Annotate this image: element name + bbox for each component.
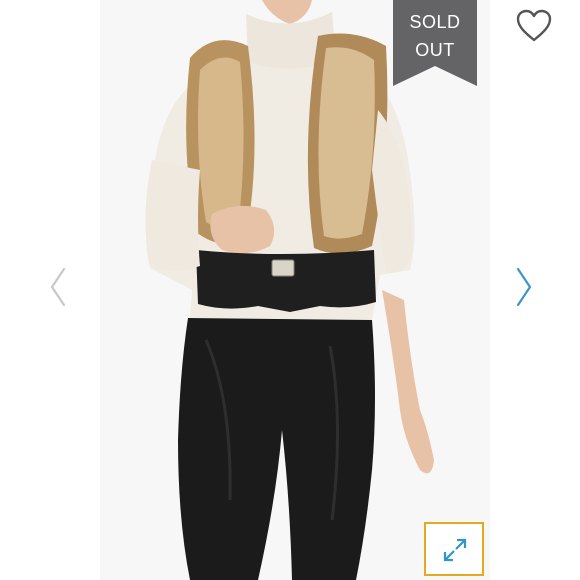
heart-icon (516, 9, 552, 42)
badge-label: SOLD OUT (393, 8, 477, 64)
expand-arrows-icon (443, 538, 467, 562)
next-image-button[interactable] (512, 265, 536, 309)
like-button[interactable] (514, 8, 554, 44)
product-photo-figure (145, 0, 434, 580)
chevron-left-icon (50, 267, 66, 307)
chevron-right-icon (516, 267, 532, 307)
product-image-viewer: SOLD OUT (0, 0, 580, 580)
badge-line-1: SOLD (409, 12, 461, 32)
sold-out-badge: SOLD OUT (393, 0, 477, 86)
expand-image-button[interactable] (424, 522, 484, 576)
previous-image-button[interactable] (46, 265, 70, 309)
badge-line-2: OUT (415, 40, 455, 60)
